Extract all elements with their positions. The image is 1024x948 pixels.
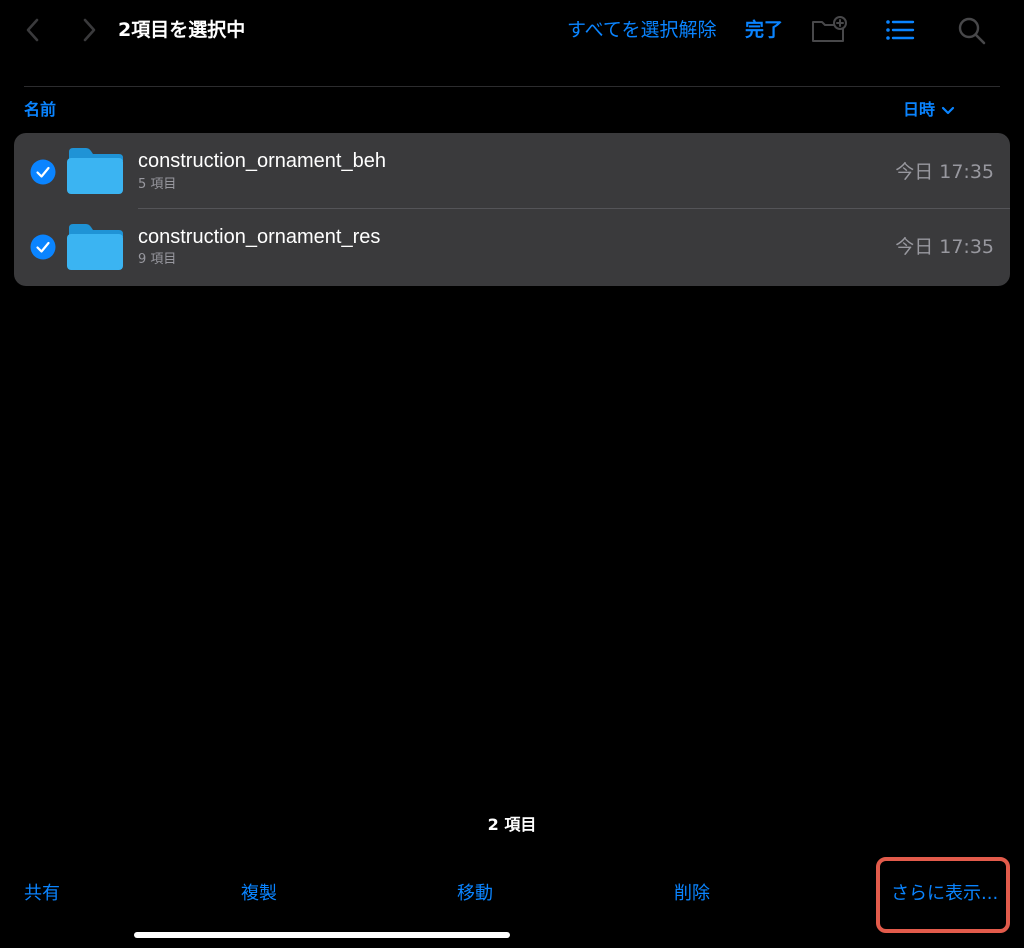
back-button[interactable]	[18, 14, 48, 46]
delete-button[interactable]: 削除	[674, 882, 710, 906]
home-indicator[interactable]	[134, 932, 510, 938]
header-divider	[24, 86, 1000, 87]
file-name: construction_ornament_beh	[138, 150, 386, 172]
file-name: construction_ornament_res	[138, 226, 381, 248]
chevron-down-icon	[941, 100, 955, 122]
column-date-header[interactable]: 日時	[903, 99, 955, 122]
file-row-construction-ornament-beh[interactable]: construction_ornament_beh 5 項目 今日 17:35	[14, 133, 1010, 209]
share-button[interactable]: 共有	[24, 882, 60, 906]
list-icon	[884, 15, 916, 45]
folder-icon	[66, 223, 124, 271]
file-item-count: 5 項目	[138, 177, 177, 192]
search-icon	[956, 15, 988, 45]
selection-title: 2項目を選択中	[118, 19, 246, 41]
move-button[interactable]: 移動	[457, 882, 493, 906]
done-button[interactable]: 完了	[745, 18, 783, 42]
checkmark-icon[interactable]	[30, 159, 56, 185]
item-count: 2 項目	[487, 815, 537, 834]
checkmark-icon[interactable]	[30, 234, 56, 260]
column-date-label: 日時	[903, 100, 936, 119]
chevron-right-icon	[74, 14, 104, 46]
new-folder-button[interactable]	[810, 14, 848, 46]
row-divider	[138, 208, 1010, 209]
search-button[interactable]	[956, 15, 988, 45]
forward-button[interactable]	[74, 14, 104, 46]
view-options-button[interactable]	[884, 15, 916, 45]
file-date: 今日 17:35	[895, 236, 994, 258]
folder-icon	[66, 147, 124, 195]
file-item-count: 9 項目	[138, 252, 177, 267]
deselect-all-button[interactable]: すべてを選択解除	[567, 18, 717, 42]
file-list: construction_ornament_beh 5 項目 今日 17:35 …	[14, 133, 1010, 286]
chevron-left-icon	[18, 14, 48, 46]
duplicate-button[interactable]: 複製	[241, 882, 277, 906]
file-row-construction-ornament-res[interactable]: construction_ornament_res 9 項目 今日 17:35	[14, 210, 1010, 286]
file-date: 今日 17:35	[895, 161, 994, 183]
column-name-header[interactable]: 名前	[24, 99, 56, 121]
folder-plus-icon	[810, 14, 848, 46]
highlight-annotation	[876, 857, 1010, 933]
